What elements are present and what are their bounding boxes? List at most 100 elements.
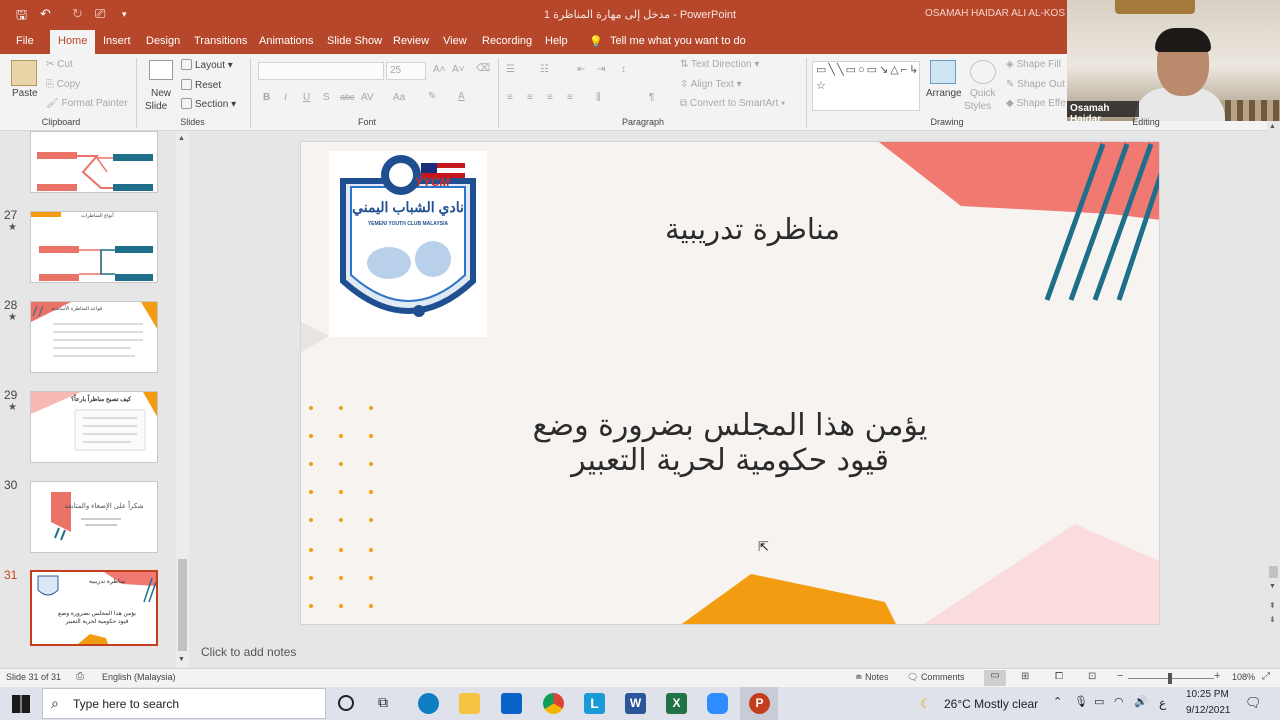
highlight-icon[interactable]: ✎ bbox=[428, 91, 436, 102]
copy-button[interactable]: ⎘ Copy bbox=[46, 79, 80, 90]
zoom-app-icon[interactable] bbox=[707, 693, 728, 714]
align-right-icon[interactable]: ≡ bbox=[547, 92, 553, 103]
volume-icon[interactable]: 🔊 bbox=[1134, 695, 1148, 708]
slide-title[interactable]: مناظرة تدريبية bbox=[560, 212, 840, 246]
tab-view[interactable]: View bbox=[443, 35, 467, 47]
weather-text[interactable]: 26°C Mostly clear bbox=[944, 697, 1038, 711]
new-slide-button[interactable]: New bbox=[151, 88, 171, 99]
paste-icon[interactable] bbox=[11, 60, 37, 86]
tab-insert[interactable]: Insert bbox=[103, 35, 131, 47]
slide-sorter-icon[interactable]: ⊞ bbox=[1021, 671, 1029, 682]
shrink-font-icon[interactable]: A˅ bbox=[452, 64, 465, 75]
thumbnail-scrollbar[interactable]: ▲ ▼ bbox=[176, 131, 189, 668]
cortana-icon[interactable] bbox=[338, 695, 354, 711]
next-slide-icon[interactable]: ⇟ bbox=[1269, 615, 1276, 624]
cut-button[interactable]: ✂ Cut bbox=[46, 59, 73, 70]
word-icon[interactable]: W bbox=[625, 693, 646, 714]
numbering-icon[interactable]: ☷ bbox=[540, 64, 549, 75]
shadow-button[interactable]: S bbox=[323, 92, 330, 103]
notes-pane[interactable]: Click to add notes bbox=[190, 640, 1267, 668]
italic-button[interactable]: I bbox=[284, 92, 287, 103]
file-explorer-icon[interactable] bbox=[459, 693, 480, 714]
taskbar-search[interactable]: ⌕ Type here to search bbox=[42, 688, 326, 719]
scroll-down-icon[interactable]: ▼ bbox=[1269, 583, 1276, 590]
excel-icon[interactable]: X bbox=[666, 693, 687, 714]
chrome-icon[interactable] bbox=[543, 693, 564, 714]
line-spacing-icon[interactable]: ↕ bbox=[621, 64, 626, 75]
slide-thumbnail-28[interactable]: قواعد المناظرة الأساسية bbox=[30, 301, 158, 373]
align-text-button[interactable]: ⇳ Align Text ▾ bbox=[680, 79, 742, 90]
scroll-thumb[interactable] bbox=[178, 559, 187, 651]
increase-indent-icon[interactable]: ⇥ bbox=[597, 64, 605, 75]
scroll-up-icon[interactable]: ▲ bbox=[1269, 123, 1276, 130]
powerpoint-icon[interactable]: P bbox=[749, 693, 770, 714]
scroll-down-icon[interactable]: ▼ bbox=[178, 656, 185, 663]
microphone-icon[interactable]: 🎙 bbox=[1074, 695, 1088, 708]
change-case-button[interactable]: Aa bbox=[393, 92, 405, 103]
input-language[interactable]: ع bbox=[1159, 696, 1166, 710]
zoom-out-icon[interactable]: − bbox=[1117, 670, 1123, 682]
new-slide-button-line2[interactable]: Slide bbox=[145, 101, 167, 112]
zoom-slider-thumb[interactable] bbox=[1168, 673, 1172, 684]
battery-icon[interactable]: ▭ bbox=[1094, 695, 1104, 708]
wifi-icon[interactable]: ◠ bbox=[1114, 695, 1124, 708]
edge-icon[interactable] bbox=[418, 693, 439, 714]
zoom-in-icon[interactable]: + bbox=[1214, 670, 1220, 682]
rtl-icon[interactable]: ¶ bbox=[649, 92, 654, 103]
prev-slide-icon[interactable]: ⇞ bbox=[1269, 601, 1276, 610]
columns-icon[interactable]: ⫼ bbox=[596, 92, 601, 103]
slide-thumbnail-31[interactable]: مناظرة تدريبية يؤمن هذا المجلس بضرورة وض… bbox=[30, 570, 158, 646]
language-indicator[interactable]: English (Malaysia) bbox=[102, 672, 176, 682]
quick-styles-button[interactable]: Quick bbox=[970, 88, 996, 99]
tab-design[interactable]: Design bbox=[146, 35, 180, 47]
clear-format-icon[interactable]: ⌫ bbox=[476, 63, 490, 74]
shape-outline-button[interactable]: ✎ Shape Out bbox=[1006, 79, 1065, 90]
tab-file[interactable]: File bbox=[16, 35, 34, 47]
club-logo[interactable]: YYCM نادي الشباب اليمني YEMENI YOUTH CLU… bbox=[329, 151, 487, 337]
align-center-icon[interactable]: ≡ bbox=[527, 92, 533, 103]
zoom-level[interactable]: 108% bbox=[1232, 672, 1255, 682]
tab-review[interactable]: Review bbox=[393, 35, 429, 47]
char-spacing-button[interactable]: AV bbox=[361, 92, 374, 103]
format-painter-button[interactable]: 🖌 Format Painter bbox=[46, 98, 128, 109]
text-direction-button[interactable]: ⇅ Text Direction ▾ bbox=[680, 59, 759, 70]
tab-home[interactable]: Home bbox=[50, 30, 96, 54]
spelling-icon[interactable]: ⎙ bbox=[76, 671, 84, 682]
font-size-box[interactable]: 25 bbox=[386, 62, 426, 80]
decrease-indent-icon[interactable]: ⇤ bbox=[577, 64, 585, 75]
shapes-gallery[interactable]: ▭╲╲▭○▭↘△⌐↳⇨⇩◯↯↺⌒∿{}☆ bbox=[812, 61, 920, 111]
font-name-box[interactable] bbox=[258, 62, 384, 80]
fit-slide-icon[interactable]: ⤢ bbox=[1262, 671, 1270, 682]
account-name[interactable]: OSAMAH HAIDAR ALI AL-KOS bbox=[925, 8, 1065, 19]
underline-button[interactable]: U bbox=[303, 92, 310, 103]
clock-time[interactable]: 10:25 PM bbox=[1186, 689, 1229, 700]
font-color-icon[interactable]: A bbox=[458, 91, 465, 102]
tab-transitions[interactable]: Transitions bbox=[194, 35, 247, 47]
shape-fill-button[interactable]: ◈ Shape Fill bbox=[1006, 59, 1061, 70]
layout-button[interactable]: Layout ▾ bbox=[181, 59, 233, 71]
clock-date[interactable]: 9/12/2021 bbox=[1186, 705, 1231, 716]
editor-scrollbar[interactable]: ▲ ▼ ⇞ ⇟ bbox=[1267, 121, 1280, 668]
slide-thumbnail-30[interactable]: شكراً على الإصغاء والمتابعة bbox=[30, 481, 158, 553]
grow-font-icon[interactable]: A˄ bbox=[433, 64, 446, 75]
convert-smartart-button[interactable]: ⧉ Convert to SmartArt ▾ bbox=[680, 98, 785, 109]
bullets-icon[interactable]: ☰ bbox=[506, 64, 515, 75]
tab-help[interactable]: Help bbox=[545, 35, 568, 47]
shape-effects-button[interactable]: ◆ Shape Effe bbox=[1006, 98, 1066, 109]
justify-icon[interactable]: ≡ bbox=[567, 92, 573, 103]
quick-styles-button-line2[interactable]: Styles bbox=[964, 101, 991, 112]
chevron-up-icon[interactable]: ⌃ bbox=[1053, 695, 1062, 708]
scroll-thumb[interactable] bbox=[1269, 566, 1278, 578]
lync-icon[interactable]: L bbox=[584, 693, 605, 714]
comments-button[interactable]: 🗨 Comments bbox=[907, 672, 964, 683]
slideshow-view-icon[interactable]: ⊡ bbox=[1088, 671, 1096, 682]
scroll-up-icon[interactable]: ▲ bbox=[178, 135, 185, 142]
tab-animations[interactable]: Animations bbox=[259, 35, 313, 47]
paste-button[interactable]: Paste bbox=[12, 88, 38, 99]
slide-body-text[interactable]: يؤمن هذا المجلس بضرورة وضع قيود حكومية لح… bbox=[500, 408, 960, 478]
new-slide-icon[interactable] bbox=[149, 60, 173, 80]
arrange-icon[interactable] bbox=[930, 60, 956, 84]
mail-icon[interactable] bbox=[501, 693, 522, 714]
reset-button[interactable]: Reset bbox=[181, 79, 221, 91]
normal-view-icon[interactable]: ▭ bbox=[984, 670, 1006, 686]
